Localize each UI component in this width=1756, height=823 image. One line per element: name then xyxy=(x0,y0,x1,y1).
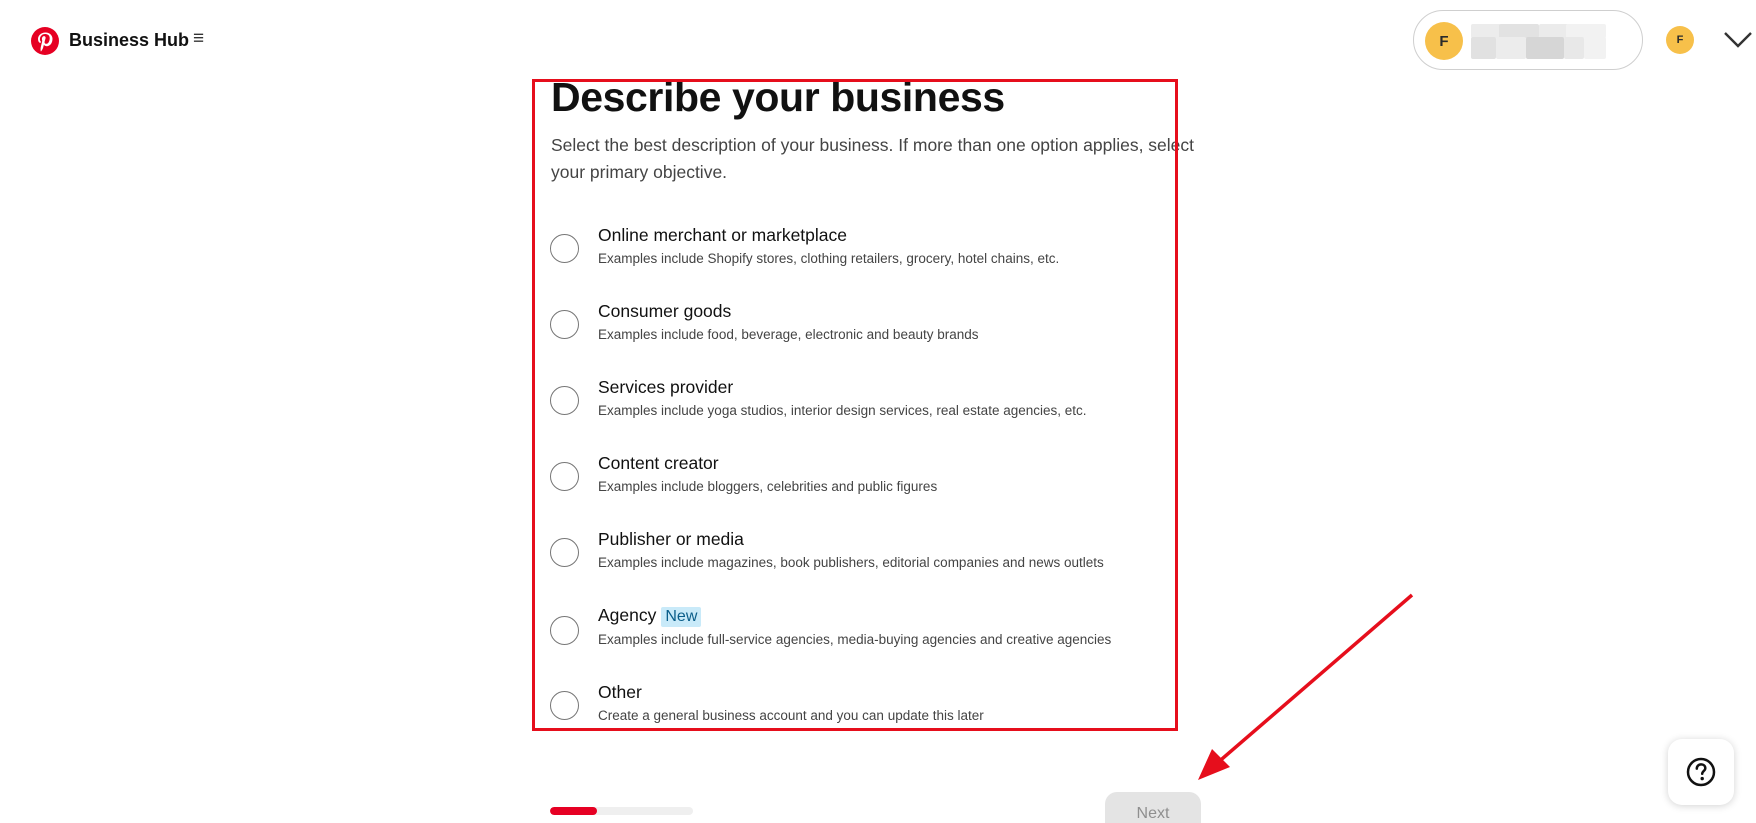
profile-avatar[interactable]: F xyxy=(1666,26,1694,54)
account-name-blurred xyxy=(1471,20,1606,60)
option-publisher-media[interactable]: Publisher or media Examples include maga… xyxy=(550,529,1170,589)
radio-button[interactable] xyxy=(550,462,579,491)
option-other[interactable]: Other Create a general business account … xyxy=(550,682,1170,742)
option-label: Content creator xyxy=(598,453,719,473)
pinterest-logo-icon[interactable] xyxy=(30,26,60,56)
option-online-merchant[interactable]: Online merchant or marketplace Examples … xyxy=(550,225,1170,285)
option-description: Create a general business account and yo… xyxy=(598,708,984,723)
option-description: Examples include magazines, book publish… xyxy=(598,555,1104,570)
option-label: Other xyxy=(598,682,642,702)
option-content-creator[interactable]: Content creator Examples include blogger… xyxy=(550,453,1170,513)
option-description: Examples include full-service agencies, … xyxy=(598,632,1112,647)
option-label: Online merchant or marketplace xyxy=(598,225,847,245)
option-description: Examples include food, beverage, electro… xyxy=(598,327,979,342)
chevron-down-icon[interactable] xyxy=(1722,27,1754,51)
option-label-text: Agency xyxy=(598,605,657,625)
annotation-arrow xyxy=(1198,593,1414,780)
hamburger-icon[interactable]: ≡ xyxy=(193,28,204,50)
radio-button[interactable] xyxy=(550,616,579,645)
option-agency[interactable]: Agency New Examples include full-service … xyxy=(550,605,1170,665)
new-badge: New xyxy=(661,607,702,627)
option-description: Examples include bloggers, celebrities a… xyxy=(598,479,938,494)
radio-button[interactable] xyxy=(550,538,579,567)
progress-fill xyxy=(550,807,598,815)
radio-button[interactable] xyxy=(550,691,579,720)
option-label: Consumer goods xyxy=(598,301,732,321)
option-services-provider[interactable]: Services provider Examples include yoga … xyxy=(550,377,1170,437)
help-button[interactable] xyxy=(1668,739,1734,805)
business-hub-title[interactable]: Business Hub xyxy=(69,30,189,51)
option-label: Publisher or media xyxy=(598,529,744,549)
next-button[interactable]: Next xyxy=(1105,792,1201,823)
radio-button[interactable] xyxy=(550,386,579,415)
help-icon xyxy=(1686,757,1716,787)
option-consumer-goods[interactable]: Consumer goods Examples include food, be… xyxy=(550,301,1170,361)
option-label: Agency New xyxy=(598,605,702,627)
option-description: Examples include yoga studios, interior … xyxy=(598,403,1087,418)
radio-button[interactable] xyxy=(550,310,579,339)
progress-bar xyxy=(550,807,693,815)
option-label: Services provider xyxy=(598,377,734,397)
radio-button[interactable] xyxy=(550,234,579,263)
account-switcher[interactable]: F xyxy=(1413,10,1643,70)
avatar: F xyxy=(1425,22,1463,60)
option-description: Examples include Shopify stores, clothin… xyxy=(598,251,1060,266)
